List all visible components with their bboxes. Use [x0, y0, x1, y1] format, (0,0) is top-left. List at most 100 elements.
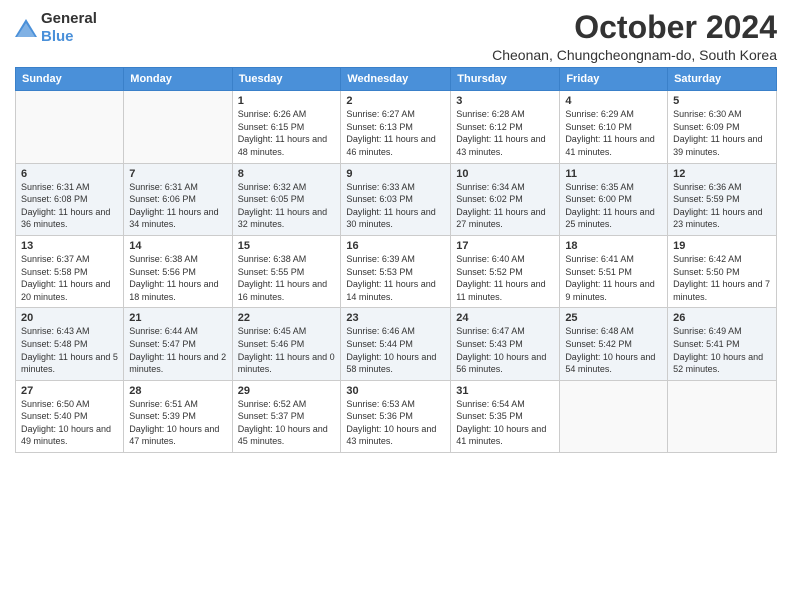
table-row: 3Sunrise: 6:28 AM Sunset: 6:12 PM Daylig… — [451, 91, 560, 163]
table-row — [124, 91, 232, 163]
day-info: Sunrise: 6:53 AM Sunset: 5:36 PM Dayligh… — [346, 398, 445, 448]
header: General Blue October 2024 Cheonan, Chung… — [15, 10, 777, 63]
day-number: 2 — [346, 95, 445, 107]
day-number: 6 — [21, 168, 118, 180]
day-info: Sunrise: 6:32 AM Sunset: 6:05 PM Dayligh… — [238, 181, 336, 231]
day-info: Sunrise: 6:33 AM Sunset: 6:03 PM Dayligh… — [346, 181, 445, 231]
day-number: 9 — [346, 168, 445, 180]
day-number: 24 — [456, 312, 554, 324]
table-row — [668, 380, 777, 452]
table-row — [16, 91, 124, 163]
month-title: October 2024 — [492, 10, 777, 45]
day-info: Sunrise: 6:38 AM Sunset: 5:55 PM Dayligh… — [238, 253, 336, 303]
calendar-week-row: 1Sunrise: 6:26 AM Sunset: 6:15 PM Daylig… — [16, 91, 777, 163]
calendar-week-row: 13Sunrise: 6:37 AM Sunset: 5:58 PM Dayli… — [16, 235, 777, 307]
day-info: Sunrise: 6:46 AM Sunset: 5:44 PM Dayligh… — [346, 325, 445, 375]
day-info: Sunrise: 6:48 AM Sunset: 5:42 PM Dayligh… — [565, 325, 662, 375]
day-info: Sunrise: 6:26 AM Sunset: 6:15 PM Dayligh… — [238, 108, 336, 158]
table-row: 5Sunrise: 6:30 AM Sunset: 6:09 PM Daylig… — [668, 91, 777, 163]
table-row: 2Sunrise: 6:27 AM Sunset: 6:13 PM Daylig… — [341, 91, 451, 163]
table-row: 25Sunrise: 6:48 AM Sunset: 5:42 PM Dayli… — [560, 308, 668, 380]
table-row: 17Sunrise: 6:40 AM Sunset: 5:52 PM Dayli… — [451, 235, 560, 307]
day-info: Sunrise: 6:44 AM Sunset: 5:47 PM Dayligh… — [129, 325, 226, 375]
header-wednesday: Wednesday — [341, 68, 451, 91]
table-row: 1Sunrise: 6:26 AM Sunset: 6:15 PM Daylig… — [232, 91, 341, 163]
table-row: 14Sunrise: 6:38 AM Sunset: 5:56 PM Dayli… — [124, 235, 232, 307]
table-row: 8Sunrise: 6:32 AM Sunset: 6:05 PM Daylig… — [232, 163, 341, 235]
table-row: 24Sunrise: 6:47 AM Sunset: 5:43 PM Dayli… — [451, 308, 560, 380]
day-info: Sunrise: 6:41 AM Sunset: 5:51 PM Dayligh… — [565, 253, 662, 303]
subtitle: Cheonan, Chungcheongnam-do, South Korea — [492, 47, 777, 63]
table-row: 19Sunrise: 6:42 AM Sunset: 5:50 PM Dayli… — [668, 235, 777, 307]
day-number: 27 — [21, 385, 118, 397]
day-number: 3 — [456, 95, 554, 107]
day-number: 17 — [456, 240, 554, 252]
day-info: Sunrise: 6:36 AM Sunset: 5:59 PM Dayligh… — [673, 181, 771, 231]
day-info: Sunrise: 6:35 AM Sunset: 6:00 PM Dayligh… — [565, 181, 662, 231]
day-number: 8 — [238, 168, 336, 180]
table-row: 20Sunrise: 6:43 AM Sunset: 5:48 PM Dayli… — [16, 308, 124, 380]
calendar-page: General Blue October 2024 Cheonan, Chung… — [0, 0, 792, 612]
day-number: 21 — [129, 312, 226, 324]
day-info: Sunrise: 6:50 AM Sunset: 5:40 PM Dayligh… — [21, 398, 118, 448]
day-info: Sunrise: 6:34 AM Sunset: 6:02 PM Dayligh… — [456, 181, 554, 231]
day-number: 16 — [346, 240, 445, 252]
day-info: Sunrise: 6:40 AM Sunset: 5:52 PM Dayligh… — [456, 253, 554, 303]
day-number: 4 — [565, 95, 662, 107]
day-number: 23 — [346, 312, 445, 324]
table-row: 27Sunrise: 6:50 AM Sunset: 5:40 PM Dayli… — [16, 380, 124, 452]
day-number: 29 — [238, 385, 336, 397]
day-number: 22 — [238, 312, 336, 324]
table-row: 16Sunrise: 6:39 AM Sunset: 5:53 PM Dayli… — [341, 235, 451, 307]
table-row: 21Sunrise: 6:44 AM Sunset: 5:47 PM Dayli… — [124, 308, 232, 380]
day-number: 30 — [346, 385, 445, 397]
logo: General Blue — [15, 10, 97, 46]
day-info: Sunrise: 6:45 AM Sunset: 5:46 PM Dayligh… — [238, 325, 336, 375]
table-row: 4Sunrise: 6:29 AM Sunset: 6:10 PM Daylig… — [560, 91, 668, 163]
day-number: 19 — [673, 240, 771, 252]
day-number: 25 — [565, 312, 662, 324]
day-info: Sunrise: 6:27 AM Sunset: 6:13 PM Dayligh… — [346, 108, 445, 158]
table-row: 9Sunrise: 6:33 AM Sunset: 6:03 PM Daylig… — [341, 163, 451, 235]
table-row: 31Sunrise: 6:54 AM Sunset: 5:35 PM Dayli… — [451, 380, 560, 452]
calendar-week-row: 27Sunrise: 6:50 AM Sunset: 5:40 PM Dayli… — [16, 380, 777, 452]
day-info: Sunrise: 6:47 AM Sunset: 5:43 PM Dayligh… — [456, 325, 554, 375]
day-number: 18 — [565, 240, 662, 252]
table-row: 29Sunrise: 6:52 AM Sunset: 5:37 PM Dayli… — [232, 380, 341, 452]
logo-text-blue: Blue — [41, 28, 74, 45]
table-row: 28Sunrise: 6:51 AM Sunset: 5:39 PM Dayli… — [124, 380, 232, 452]
day-info: Sunrise: 6:38 AM Sunset: 5:56 PM Dayligh… — [129, 253, 226, 303]
logo-text-general: General — [41, 10, 97, 27]
table-row: 23Sunrise: 6:46 AM Sunset: 5:44 PM Dayli… — [341, 308, 451, 380]
day-info: Sunrise: 6:42 AM Sunset: 5:50 PM Dayligh… — [673, 253, 771, 303]
day-info: Sunrise: 6:39 AM Sunset: 5:53 PM Dayligh… — [346, 253, 445, 303]
day-info: Sunrise: 6:37 AM Sunset: 5:58 PM Dayligh… — [21, 253, 118, 303]
calendar-week-row: 20Sunrise: 6:43 AM Sunset: 5:48 PM Dayli… — [16, 308, 777, 380]
day-info: Sunrise: 6:52 AM Sunset: 5:37 PM Dayligh… — [238, 398, 336, 448]
day-number: 7 — [129, 168, 226, 180]
table-row: 22Sunrise: 6:45 AM Sunset: 5:46 PM Dayli… — [232, 308, 341, 380]
calendar-week-row: 6Sunrise: 6:31 AM Sunset: 6:08 PM Daylig… — [16, 163, 777, 235]
table-row: 13Sunrise: 6:37 AM Sunset: 5:58 PM Dayli… — [16, 235, 124, 307]
day-number: 1 — [238, 95, 336, 107]
table-row: 15Sunrise: 6:38 AM Sunset: 5:55 PM Dayli… — [232, 235, 341, 307]
table-row: 10Sunrise: 6:34 AM Sunset: 6:02 PM Dayli… — [451, 163, 560, 235]
day-info: Sunrise: 6:54 AM Sunset: 5:35 PM Dayligh… — [456, 398, 554, 448]
table-row: 18Sunrise: 6:41 AM Sunset: 5:51 PM Dayli… — [560, 235, 668, 307]
day-info: Sunrise: 6:29 AM Sunset: 6:10 PM Dayligh… — [565, 108, 662, 158]
header-monday: Monday — [124, 68, 232, 91]
day-info: Sunrise: 6:49 AM Sunset: 5:41 PM Dayligh… — [673, 325, 771, 375]
table-row: 26Sunrise: 6:49 AM Sunset: 5:41 PM Dayli… — [668, 308, 777, 380]
table-row: 11Sunrise: 6:35 AM Sunset: 6:00 PM Dayli… — [560, 163, 668, 235]
table-row: 6Sunrise: 6:31 AM Sunset: 6:08 PM Daylig… — [16, 163, 124, 235]
day-info: Sunrise: 6:30 AM Sunset: 6:09 PM Dayligh… — [673, 108, 771, 158]
header-sunday: Sunday — [16, 68, 124, 91]
calendar-header-row: Sunday Monday Tuesday Wednesday Thursday… — [16, 68, 777, 91]
calendar-table: Sunday Monday Tuesday Wednesday Thursday… — [15, 67, 777, 453]
day-number: 26 — [673, 312, 771, 324]
header-thursday: Thursday — [451, 68, 560, 91]
day-info: Sunrise: 6:28 AM Sunset: 6:12 PM Dayligh… — [456, 108, 554, 158]
day-number: 31 — [456, 385, 554, 397]
title-area: October 2024 Cheonan, Chungcheongnam-do,… — [492, 10, 777, 63]
table-row: 12Sunrise: 6:36 AM Sunset: 5:59 PM Dayli… — [668, 163, 777, 235]
